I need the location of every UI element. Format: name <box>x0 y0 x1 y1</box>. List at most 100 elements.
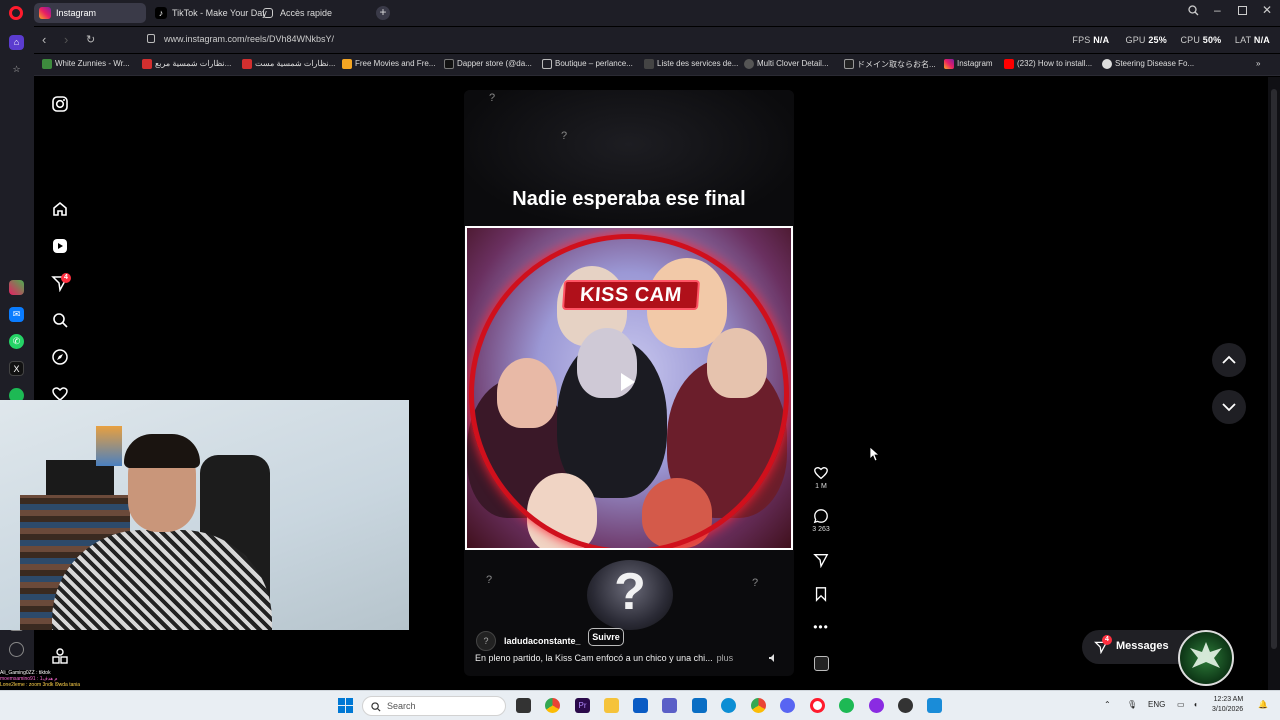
search-tabs-icon[interactable] <box>1188 5 1199 19</box>
more-link[interactable]: plus <box>717 653 734 663</box>
language-indicator[interactable]: ENG <box>1148 700 1165 709</box>
tab-quick-access[interactable]: Accès rapide <box>258 3 368 23</box>
reel-player[interactable]: ? ? Nadie esperaba ese final KISS CAM ? … <box>464 90 794 676</box>
task-view-icon[interactable] <box>516 698 531 713</box>
share-action[interactable] <box>806 552 836 568</box>
reel-video[interactable]: KISS CAM <box>465 226 793 550</box>
star-icon[interactable]: ☆ <box>9 62 24 77</box>
share-icon[interactable] <box>813 552 829 568</box>
more-options-icon[interactable]: ••• <box>806 620 836 634</box>
obs-icon[interactable] <box>869 698 884 713</box>
messenger-icon[interactable]: ✉ <box>9 307 24 322</box>
bookmark-item[interactable]: (232) How to install... <box>1004 59 1093 69</box>
close-window-button[interactable]: ✕ <box>1262 3 1272 17</box>
next-reel-button[interactable] <box>1212 390 1246 424</box>
explore-icon[interactable] <box>51 348 69 366</box>
lock-icon <box>147 34 155 43</box>
previous-reel-button[interactable] <box>1212 343 1246 377</box>
spotify-taskbar-icon[interactable] <box>839 698 854 713</box>
search-icon <box>371 702 381 712</box>
back-button[interactable]: ‹ <box>42 32 46 47</box>
tab-instagram[interactable]: Instagram <box>34 3 146 23</box>
store-icon[interactable] <box>633 698 648 713</box>
chrome-icon[interactable] <box>545 698 560 713</box>
author-avatar[interactable]: ? <box>476 631 496 651</box>
reload-button[interactable]: ↻ <box>86 33 95 46</box>
aria-icon[interactable] <box>9 280 24 295</box>
x-twitter-icon[interactable]: X <box>9 361 24 376</box>
bookmark-label: Boutique – perlance... <box>555 59 633 68</box>
bookmark-save-icon[interactable] <box>813 586 829 602</box>
chrome-alt-icon[interactable] <box>751 698 766 713</box>
bookmark-item[interactable]: Liste des services de... <box>644 59 738 69</box>
discord-icon[interactable] <box>780 698 795 713</box>
notification-bell-icon[interactable]: 🔔 <box>1258 700 1268 709</box>
reels-icon[interactable] <box>51 237 69 255</box>
mail-icon[interactable] <box>692 698 707 713</box>
edge-icon[interactable] <box>721 698 736 713</box>
page-scrollbar[interactable] <box>1268 77 1280 690</box>
comment-action[interactable]: 3 263 <box>806 508 836 533</box>
heart-icon[interactable] <box>813 465 829 481</box>
bookmark-item[interactable]: White Zunnies - Wr... <box>42 59 130 69</box>
bookmark-icon <box>844 59 854 69</box>
new-tab-button[interactable]: + <box>376 6 390 20</box>
bookmark-item[interactable]: Free Movies and Fre... <box>342 59 435 69</box>
author-name[interactable]: ladudaconstante_ <box>504 636 581 646</box>
bookmark-item[interactable]: ドメイン取ならお名... <box>844 59 936 70</box>
clock[interactable]: 12:23 AM 3/10/2026 <box>1212 695 1243 715</box>
bookmark-item[interactable]: Instagram <box>944 59 993 69</box>
bookmark-label: (232) How to install... <box>1017 59 1093 68</box>
photos-icon[interactable] <box>927 698 942 713</box>
taskbar-search[interactable]: Search <box>362 696 506 716</box>
home-sidebar-icon[interactable]: ⌂ <box>9 35 24 50</box>
opera-logo-icon[interactable] <box>9 6 23 20</box>
like-action[interactable]: 1 M <box>806 465 836 490</box>
caption-text: En pleno partido, la Kiss Cam enfocó a u… <box>475 653 713 663</box>
app-icon[interactable] <box>898 698 913 713</box>
person-hair <box>124 434 200 468</box>
premiere-pro-icon[interactable]: Pr <box>575 698 590 713</box>
bookmark-label: Dapper store (@da... <box>457 59 532 68</box>
volume-icon[interactable]: ◖ <box>1193 700 1198 709</box>
forward-button[interactable]: › <box>64 32 68 47</box>
bookmark-label: Instagram <box>957 59 993 68</box>
play-icon[interactable] <box>621 373 635 391</box>
save-action[interactable] <box>806 586 836 602</box>
url-field[interactable]: www.instagram.com/reels/DVh84WNkbsY/ <box>164 34 334 44</box>
bookmark-item[interactable]: Dapper store (@da... <box>444 59 532 69</box>
windows-start-icon[interactable] <box>338 698 353 713</box>
tab-tiktok[interactable]: ♪ TikTok - Make Your Day <box>150 3 267 23</box>
reel-caption[interactable]: En pleno partido, la Kiss Cam enfocó a u… <box>475 653 733 663</box>
whatsapp-icon[interactable]: ✆ <box>9 334 24 349</box>
tray-overflow-icon[interactable]: ⌃ <box>1104 700 1111 709</box>
bookmark-item[interactable]: Boutique – perlance... <box>542 59 633 69</box>
search-icon[interactable] <box>51 311 69 329</box>
channel-logo <box>1178 630 1234 686</box>
bookmark-item[interactable]: نظارات شمسية مربع... <box>142 59 231 69</box>
home-icon[interactable] <box>51 200 69 218</box>
maximize-button[interactable] <box>1238 6 1247 15</box>
comment-icon[interactable] <box>813 508 829 524</box>
fps-value: N/A <box>1093 35 1110 45</box>
bookmark-item[interactable]: Steering Disease Fo... <box>1102 59 1194 69</box>
more-grid-icon[interactable] <box>51 647 69 665</box>
minimize-button[interactable]: – <box>1214 3 1221 17</box>
scrollbar-thumb[interactable] <box>1271 89 1277 649</box>
audio-thumbnail[interactable] <box>806 656 836 671</box>
history-icon[interactable] <box>9 642 24 657</box>
bookmarks-bar: White Zunnies - Wr... نظارات شمسية مربع.… <box>34 54 1280 76</box>
teams-icon[interactable] <box>662 698 677 713</box>
opera-gx-icon[interactable] <box>810 698 825 713</box>
address-bar-row: ‹ › ↻ www.instagram.com/reels/DVh84WNkbs… <box>34 27 1280 53</box>
tab-label: Accès rapide <box>280 8 333 18</box>
instagram-logo-icon[interactable] <box>51 95 69 113</box>
network-icon[interactable]: ▭ <box>1177 700 1185 709</box>
bookmark-item[interactable]: Multi Clover Detail... <box>744 59 829 69</box>
follow-button[interactable]: Suivre <box>588 628 624 646</box>
sound-icon[interactable] <box>768 653 778 663</box>
microphone-icon[interactable]: 🎙 <box>1127 700 1137 709</box>
bookmark-item[interactable]: نظارات شمسية مست... <box>242 59 335 69</box>
file-explorer-icon[interactable] <box>604 698 619 713</box>
bookmarks-overflow-button[interactable]: » <box>1256 59 1260 68</box>
